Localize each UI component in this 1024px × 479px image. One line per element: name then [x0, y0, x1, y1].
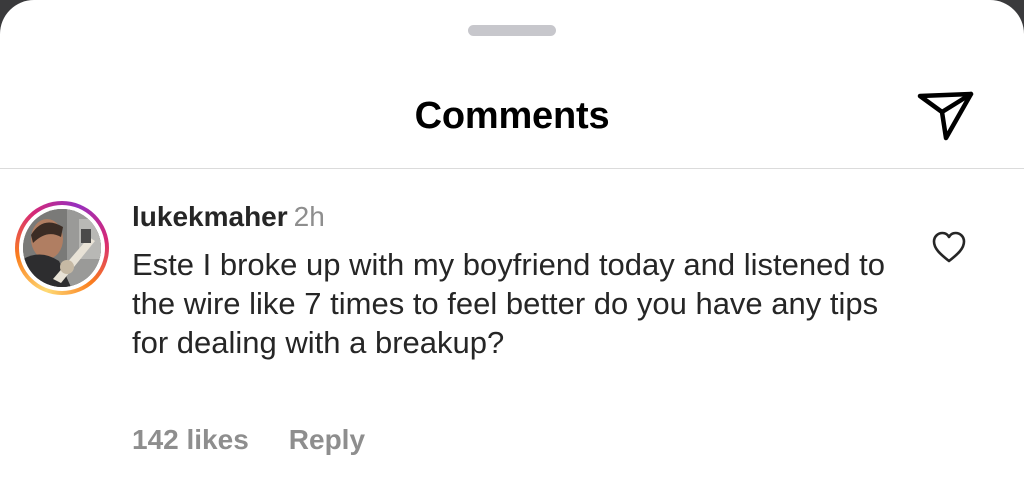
page-title: Comments — [414, 95, 610, 137]
comment-username[interactable]: lukekmaher — [132, 201, 288, 232]
likes-count[interactable]: 142 likes — [132, 424, 249, 455]
comments-sheet: Comments lukekmaher 2h Este I broke up w… — [0, 0, 1024, 479]
reply-button[interactable]: Reply — [289, 424, 365, 455]
comment-text: Este I broke up with my boyfriend today … — [132, 247, 886, 360]
sheet-grabber[interactable] — [468, 25, 556, 36]
share-button[interactable] — [915, 86, 975, 142]
comment-header: lukekmaher 2h — [132, 200, 325, 234]
paper-plane-icon — [917, 91, 974, 141]
avatar — [23, 209, 101, 287]
comment-like-button[interactable] — [930, 229, 968, 265]
comment-timestamp: 2h — [293, 201, 325, 232]
comment-actions: 142 likes Reply — [132, 423, 365, 457]
heart-outline-icon — [932, 231, 966, 263]
avatar-story-ring[interactable] — [15, 201, 109, 295]
header-divider — [0, 168, 1024, 169]
